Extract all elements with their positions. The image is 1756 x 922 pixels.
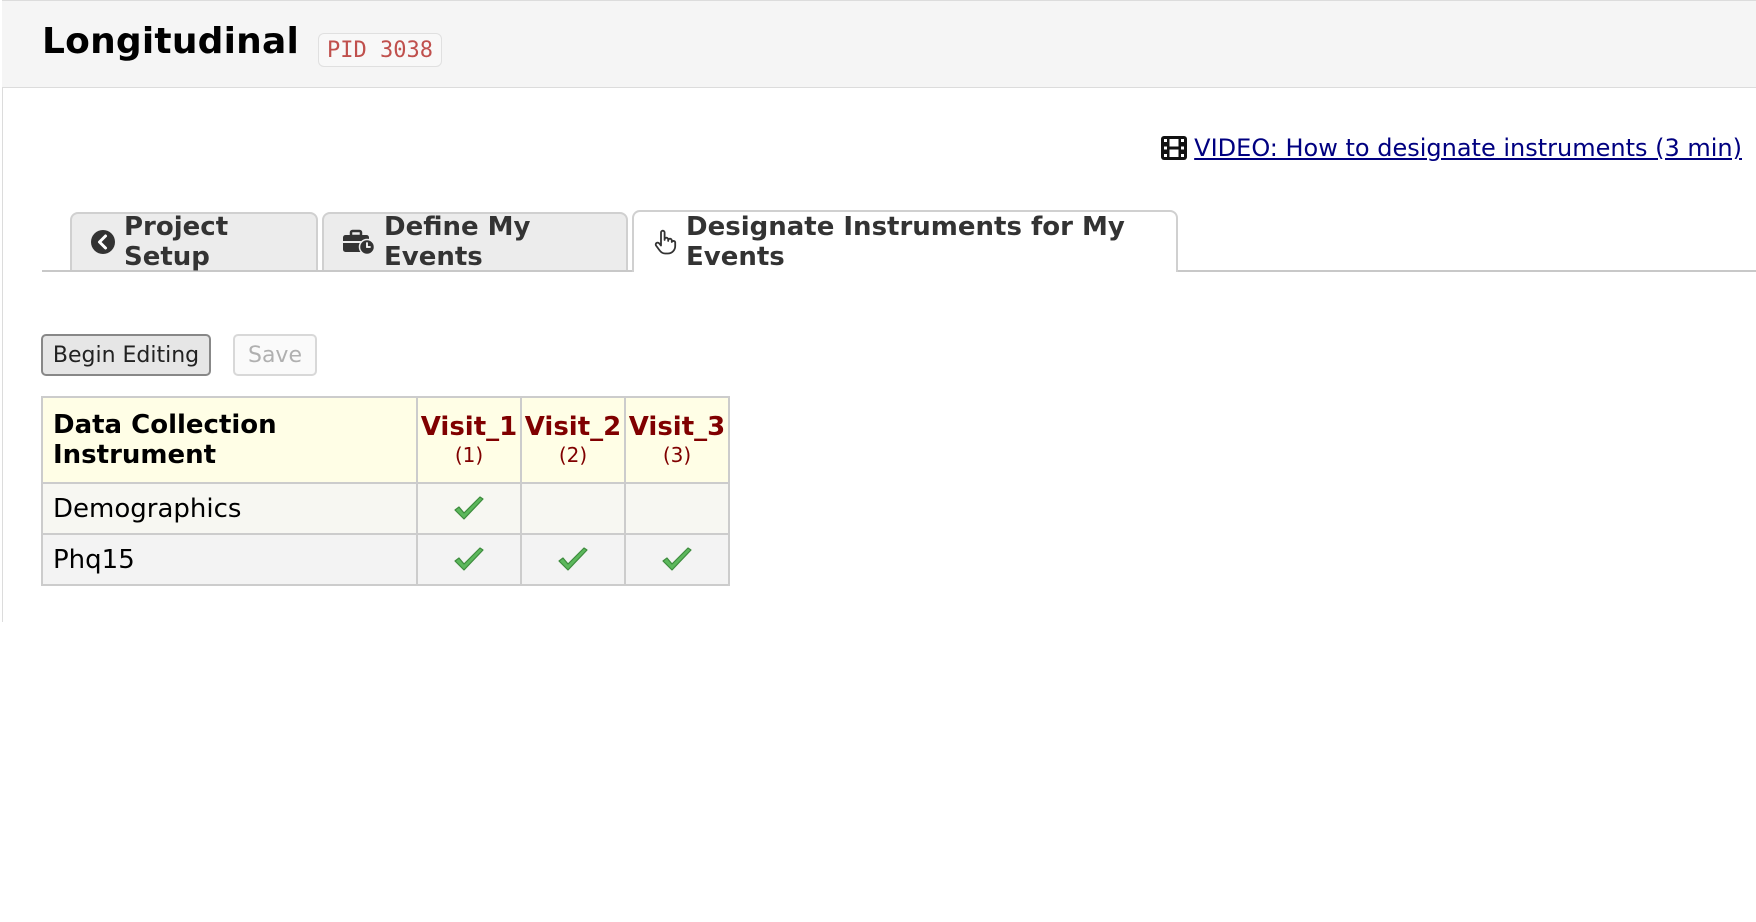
page-header: Longitudinal PID 3038 [2,0,1756,88]
hand-pointer-icon [654,229,677,255]
tab-designate-instruments[interactable]: Designate Instruments for My Events [632,210,1178,272]
film-icon [1161,136,1188,160]
event-name: Visit_3 [628,412,726,442]
designation-cell [520,533,626,586]
video-link-text[interactable]: VIDEO: How to designate instruments (3 m… [1194,134,1742,162]
designation-cell [416,482,522,535]
designation-cell [624,533,730,586]
begin-editing-button[interactable]: Begin Editing [41,334,211,376]
tab-define-my-events[interactable]: Define My Events [322,212,628,272]
event-number: (1) [454,443,484,467]
event-name: Visit_2 [524,412,622,442]
event-name: Visit_1 [420,412,518,442]
video-link[interactable]: VIDEO: How to designate instruments (3 m… [1160,134,1742,162]
designation-cell [416,533,522,586]
checkmark-icon [558,547,588,571]
event-number: (2) [558,443,588,467]
designation-cell [624,482,730,535]
tab-label: Designate Instruments for My Events [686,212,1125,272]
tab-label: Define My Events [384,212,531,272]
instrument-name: Demographics [41,482,418,535]
chevron-circle-left-icon [91,230,115,254]
tab-project-setup[interactable]: Project Setup [70,212,318,272]
event-column-header: Visit_1 (1) [416,396,522,484]
checkmark-icon [454,496,484,520]
designation-cell [520,482,626,535]
save-button: Save [233,334,317,376]
event-column-header: Visit_3 (3) [624,396,730,484]
tab-bar: Project Setup Define My Events Designate… [42,210,1756,272]
event-column-header: Visit_2 (2) [520,396,626,484]
grid-header-row: Data Collection Instrument Visit_1 (1) V… [41,396,730,484]
table-row: Demographics [41,482,730,535]
instrument-column-header: Data Collection Instrument [41,396,418,484]
checkmark-icon [662,547,692,571]
tab-label: Project Setup [124,212,229,272]
table-row: Phq15 [41,533,730,586]
event-number: (3) [662,443,692,467]
instrument-event-grid: Data Collection Instrument Visit_1 (1) V… [41,396,730,586]
page-title: Longitudinal [42,21,300,62]
pid-badge: PID 3038 [318,33,442,67]
instrument-name: Phq15 [41,533,418,586]
briefcase-clock-icon [343,229,376,255]
checkmark-icon [454,547,484,571]
